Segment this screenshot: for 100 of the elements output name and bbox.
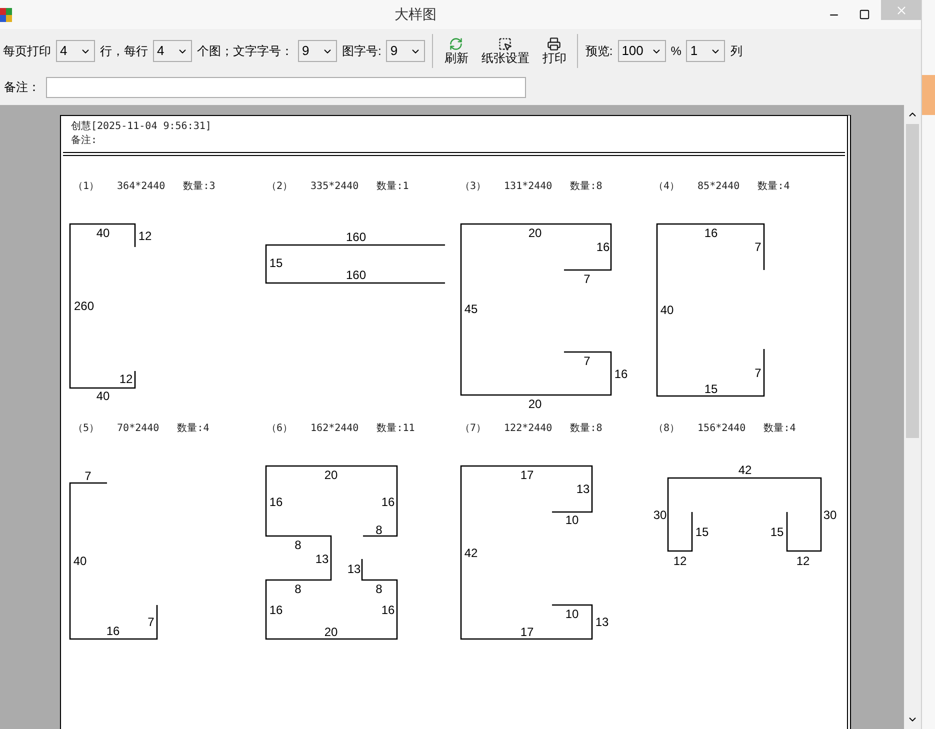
part-quantity: 数量:4 <box>758 180 790 194</box>
toolbar-button[interactable]: 纸张设置 <box>477 36 534 66</box>
dimension-label: 7 <box>584 272 590 286</box>
part-size: 364*2440 <box>117 180 166 194</box>
toolbar-label: 个图；文字字号： <box>197 43 293 60</box>
dimension-label: 40 <box>96 389 110 403</box>
dimension-label: 10 <box>565 607 579 621</box>
part-number: （7） <box>460 422 486 436</box>
dimension-label: 13 <box>314 552 328 566</box>
dimension-label: 12 <box>672 554 686 568</box>
dimension-label: 260 <box>74 299 94 313</box>
part-size: 85*2440 <box>698 180 740 194</box>
part-number: （2） <box>266 180 293 194</box>
dimension-label: 15 <box>268 256 282 270</box>
part-number: （1） <box>73 180 100 194</box>
part-size: 156*2440 <box>698 422 746 436</box>
dimension-label: 40 <box>96 226 110 240</box>
dimension-label: 20 <box>528 397 542 410</box>
part-quantity: 数量:4 <box>764 422 796 436</box>
dimension-label: 13 <box>595 615 609 629</box>
dimension-label: 8 <box>294 538 301 552</box>
toolbar-label: 每页打印 <box>3 43 51 60</box>
dimension-label: 12 <box>119 372 133 386</box>
window-title: 大样图 <box>394 5 438 24</box>
dimension-label: 40 <box>660 303 674 317</box>
dimension-label: 45 <box>464 302 478 316</box>
dropdown[interactable]: 100 <box>618 40 666 62</box>
dimension-label: 16 <box>268 495 282 509</box>
part-quantity: 数量:8 <box>570 180 602 194</box>
dimension-label: 40 <box>73 554 87 568</box>
dimension-label: 20 <box>324 625 338 639</box>
dimension-label: 16 <box>268 603 282 617</box>
dimension-label: 8 <box>294 582 301 596</box>
dropdown[interactable]: 4 <box>153 40 192 62</box>
dimension-label: 8 <box>375 582 382 596</box>
dimension-label: 15 <box>694 525 708 539</box>
dropdown[interactable]: 4 <box>56 40 95 62</box>
dimension-label: 7 <box>84 469 92 483</box>
toolbar-button[interactable]: 刷新 <box>440 36 472 66</box>
dropdown[interactable]: 9 <box>386 40 426 62</box>
part-quantity: 数量:8 <box>570 422 602 436</box>
dimension-label: 7 <box>148 615 154 629</box>
part-quantity: 数量:1 <box>376 180 409 194</box>
dimension-label: 160 <box>345 268 366 282</box>
part-quantity: 数量:3 <box>183 180 216 194</box>
dimension-label: 20 <box>324 468 338 482</box>
dimension-label: 30 <box>822 508 836 522</box>
dimension-label: 12 <box>796 554 810 568</box>
dropdown[interactable]: 9 <box>298 40 337 62</box>
part-number: （6） <box>266 422 293 436</box>
dimension-label: 7 <box>584 354 590 368</box>
dimension-label: 7 <box>754 240 761 254</box>
sheet-header: 创慧[2025-11-04 9:56:31] <box>71 120 212 134</box>
app-icon <box>0 8 12 22</box>
dimension-label: 13 <box>576 482 590 496</box>
dimension-label: 20 <box>528 226 542 240</box>
part-size: 122*2440 <box>504 422 552 436</box>
dimension-label: 8 <box>375 523 382 537</box>
dimension-label: 15 <box>704 382 718 396</box>
dimension-label: 30 <box>652 508 666 522</box>
part-size: 70*2440 <box>117 422 160 436</box>
part-number: （8） <box>654 422 680 436</box>
toolbar-label: % <box>670 43 682 60</box>
refresh-icon <box>449 36 464 50</box>
part-size: 131*2440 <box>504 180 552 194</box>
part-size: 162*2440 <box>310 422 359 436</box>
dimension-label: 13 <box>346 562 360 576</box>
part-number: （5） <box>73 422 100 436</box>
sheet-note: 备注: <box>71 134 98 148</box>
part-number: （4） <box>654 180 680 194</box>
maximize-icon <box>858 9 870 20</box>
part-number: （3） <box>460 180 486 194</box>
dimension-label: 42 <box>738 463 752 477</box>
part-quantity: 数量:11 <box>376 422 415 436</box>
dimension-label: 15 <box>770 525 784 539</box>
toolbar-button[interactable]: 打印 <box>538 36 570 66</box>
toolbar-label: 图字号: <box>342 43 382 60</box>
remark-label: 备注： <box>4 79 40 96</box>
dashed-selection-icon <box>498 36 512 50</box>
dimension-label: 7 <box>754 366 761 380</box>
part-size: 335*2440 <box>310 180 359 194</box>
vertical-scrollbar[interactable] <box>904 105 921 729</box>
dimension-label: 16 <box>596 240 610 254</box>
dimension-label: 16 <box>380 495 394 509</box>
toolbar-label: 行，每行 <box>100 43 148 60</box>
dimension-label: 17 <box>520 468 534 482</box>
toolbar-label: 预览: <box>585 43 613 60</box>
dropdown[interactable]: 1 <box>686 40 726 62</box>
dimension-label: 17 <box>520 625 534 639</box>
dimension-label: 16 <box>380 603 394 617</box>
dimension-label: 160 <box>345 230 366 244</box>
dimension-label: 12 <box>138 229 152 243</box>
toolbar-label: 列 <box>730 43 742 60</box>
remark-input[interactable] <box>46 76 526 98</box>
close-icon <box>894 4 908 16</box>
dimension-label: 16 <box>704 226 718 240</box>
printer-icon <box>547 36 562 50</box>
dimension-label: 42 <box>464 546 478 560</box>
scrollbar-thumb[interactable] <box>906 124 919 438</box>
dimension-label: 16 <box>614 367 628 381</box>
